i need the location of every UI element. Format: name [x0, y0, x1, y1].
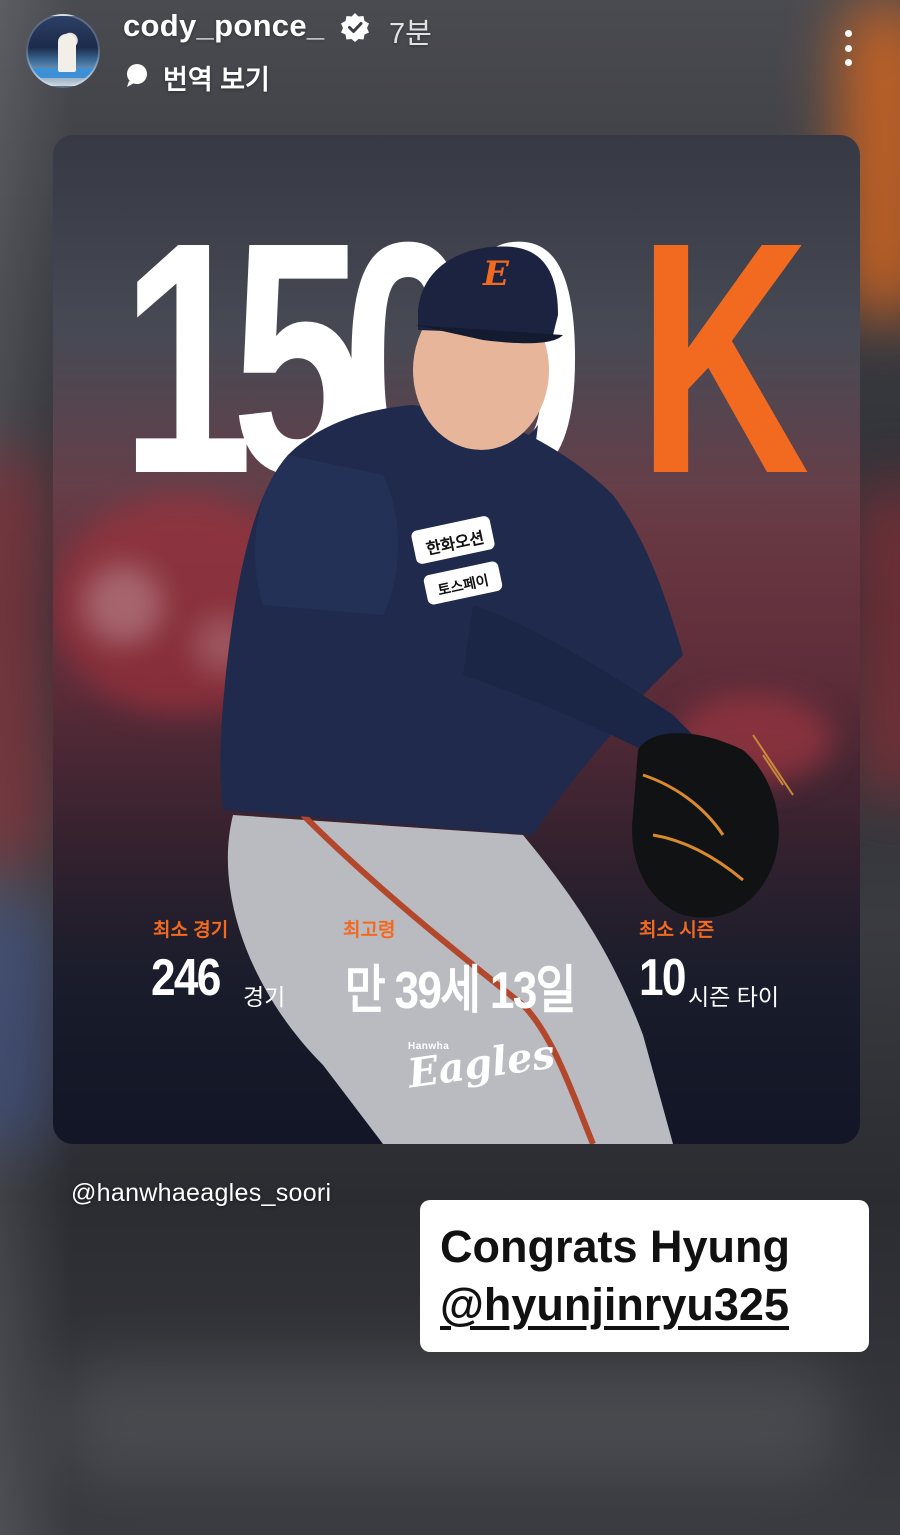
- stat-value-oldest: 만 39세 13일: [345, 962, 576, 1020]
- translate-button[interactable]: 번역 보기: [163, 58, 270, 97]
- translate-icon[interactable]: [124, 62, 150, 88]
- caption-sticker[interactable]: Congrats Hyung @hyunjinryu325: [420, 1200, 869, 1352]
- avatar[interactable]: [26, 14, 100, 88]
- caption-mention[interactable]: @hyunjinryu325: [440, 1276, 869, 1334]
- stat-value-min-games: 246: [151, 949, 221, 1007]
- backdrop-blur-blue-left: [0, 900, 50, 1150]
- story-screen: cody_ponce_ 7분 번역 보기 1500 K E 한화오션 토스페이 …: [0, 0, 900, 1535]
- backdrop-blur-red-left: [0, 450, 50, 870]
- stat-label-min-seasons: 최소 시즌: [639, 920, 715, 941]
- stat-unit-min-seasons: 시즌 타이: [688, 984, 780, 1010]
- username[interactable]: cody_ponce_: [123, 8, 324, 44]
- stat-unit-min-games: 경기: [243, 984, 286, 1010]
- post-image-card[interactable]: 1500 K E 한화오션 토스페이 최소 경기 246 경기 최고령 만 39…: [53, 135, 860, 1144]
- backdrop-blur-bottom: [60, 1360, 840, 1480]
- cap-logo: E: [482, 254, 510, 294]
- mention-credit[interactable]: @hanwhaeagles_soori: [71, 1179, 331, 1208]
- more-vertical-icon[interactable]: [830, 22, 866, 74]
- time-ago: 7분: [389, 18, 432, 50]
- stat-label-oldest: 최고령: [343, 920, 396, 941]
- verified-badge-icon: [341, 13, 369, 42]
- stat-value-min-seasons: 10: [639, 949, 686, 1007]
- caption-text: Congrats Hyung: [440, 1221, 791, 1272]
- story-header: cody_ponce_ 7분 번역 보기: [0, 0, 900, 110]
- stat-label-min-games: 최소 경기: [153, 920, 229, 941]
